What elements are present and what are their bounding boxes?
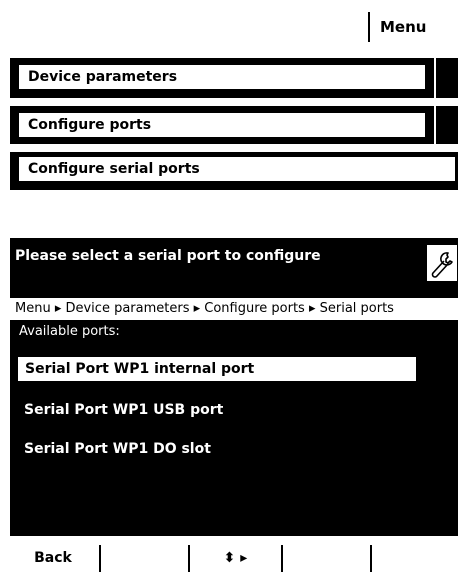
- port-item-do-slot[interactable]: Serial Port WP1 DO slot: [17, 436, 417, 462]
- softkey-4[interactable]: [283, 541, 369, 572]
- stack-row-configure-serial-ports[interactable]: Configure serial ports: [10, 152, 458, 190]
- softkey-2[interactable]: [101, 541, 188, 572]
- stack-row-configure-ports[interactable]: Configure ports: [10, 106, 458, 144]
- port-item-usb[interactable]: Serial Port WP1 USB port: [17, 397, 417, 423]
- stack-separator: [434, 106, 436, 144]
- port-selection-panel: Please select a serial port to configure…: [10, 238, 458, 536]
- port-item-internal[interactable]: Serial Port WP1 internal port: [17, 356, 417, 382]
- back-button[interactable]: Back: [10, 541, 96, 572]
- softkey-5[interactable]: [372, 541, 458, 572]
- stack-item-device-parameters[interactable]: Device parameters: [18, 64, 426, 90]
- stack-item-configure-serial-ports[interactable]: Configure serial ports: [18, 156, 456, 182]
- stack-row-device-parameters[interactable]: Device parameters: [10, 58, 458, 98]
- menu-button[interactable]: Menu: [380, 14, 426, 40]
- wrench-icon: [431, 252, 453, 278]
- breadcrumb: Menu ▸ Device parameters ▸ Configure por…: [10, 298, 458, 320]
- navigate-button[interactable]: ⬍ ▸: [190, 541, 281, 572]
- available-ports-label: Available ports:: [19, 324, 120, 339]
- settings-button[interactable]: [426, 244, 458, 282]
- stack-separator: [434, 58, 436, 98]
- header-divider: [368, 12, 370, 42]
- panel-title: Please select a serial port to configure: [15, 248, 321, 264]
- softkey-bar: Back ⬍ ▸: [10, 541, 458, 572]
- stack-item-configure-ports[interactable]: Configure ports: [18, 112, 426, 138]
